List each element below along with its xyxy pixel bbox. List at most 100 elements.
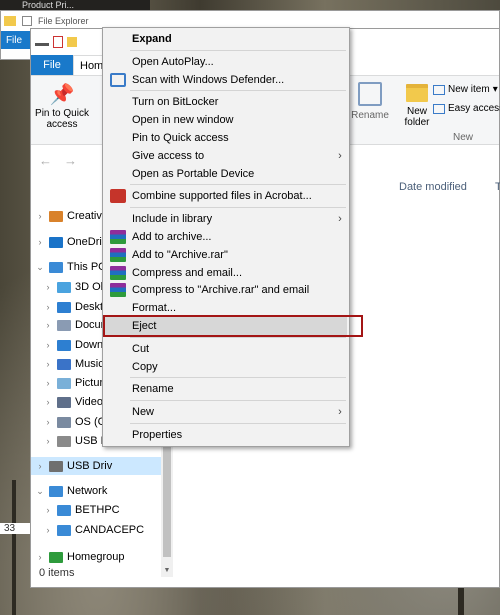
chevron-right-icon: › [338, 149, 342, 162]
menu-item-label: Turn on BitLocker [132, 96, 219, 109]
chevron-icon[interactable]: › [43, 302, 53, 312]
menu-item-label: Cut [132, 342, 150, 355]
menu-item-new[interactable]: New › [105, 403, 347, 421]
blank-icon [110, 342, 126, 356]
sidebar-item[interactable]: › USB Driv [31, 457, 173, 475]
properties-icon[interactable] [53, 36, 63, 48]
menu-item-expand[interactable]: Expand [105, 30, 347, 48]
tree-trunk [12, 480, 16, 615]
forward-arrow-icon[interactable]: → [64, 153, 77, 168]
context-menu: Expand Open AutoPlay... Scan with Windows … [102, 27, 350, 447]
column-date-modified[interactable]: Date modified [399, 181, 467, 193]
status-item-count: 0 items [39, 567, 75, 579]
easy-access-button[interactable]: Easy access ▾ [433, 103, 500, 114]
menu-separator [130, 49, 346, 51]
menu-item-turn-on-bitlocker[interactable]: Turn on BitLocker [105, 93, 347, 111]
blank-icon [110, 212, 126, 226]
chevron-icon[interactable]: › [35, 237, 45, 247]
taskbar-button[interactable]: Product Pri... [0, 0, 150, 10]
back-file-tab[interactable]: File [1, 35, 27, 46]
menu-item-cut[interactable]: Cut [105, 340, 347, 358]
menu-item-compress-and-email[interactable]: Compress and email... [105, 264, 347, 282]
eject-highlight-box [103, 315, 363, 337]
blank-icon [110, 113, 126, 127]
menu-item-open-autoplay[interactable]: Open AutoPlay... [105, 53, 347, 71]
rename-icon [358, 82, 382, 106]
downloads-icon [57, 339, 71, 351]
menu-item-combine-supported-files-in-acrobat[interactable]: Combine supported files in Acrobat... [105, 187, 347, 205]
menu-item-rename[interactable]: Rename [105, 380, 347, 398]
drive-icon [35, 38, 49, 46]
menu-item-add-to-archive[interactable]: Add to archive... [105, 228, 347, 246]
menu-item-label: Give access to [132, 149, 205, 162]
menu-item-label: Combine supported files in Acrobat... [132, 190, 312, 203]
menu-item-label: Rename [132, 383, 174, 396]
chevron-right-icon: › [338, 213, 342, 226]
chevron-icon[interactable]: › [43, 320, 53, 330]
chevron-icon[interactable]: ⌄ [35, 486, 45, 497]
sidebar-item[interactable]: › CANDACEPC [31, 521, 173, 539]
chevron-icon[interactable]: › [43, 340, 53, 350]
folder-icon [406, 84, 428, 102]
new-folder-icon[interactable] [67, 37, 77, 47]
menu-item-add-to-archive-rar[interactable]: Add to "Archive.rar" [105, 246, 347, 264]
column-type[interactable]: T [495, 181, 500, 193]
new-folder-label: New folder [404, 106, 430, 128]
menu-item-label: Pin to Quick access [132, 132, 229, 144]
menu-item-give-access-to[interactable]: Give access to › [105, 147, 347, 165]
pin-icon: 📌 [49, 84, 75, 106]
taskbar-title: Product Pri... [22, 0, 75, 10]
onedrive-icon [49, 236, 63, 248]
shield-icon [110, 72, 126, 87]
os-drive-icon [57, 416, 71, 428]
menu-item-copy[interactable]: Copy [105, 358, 347, 376]
chevron-icon[interactable]: › [43, 505, 53, 515]
scroll-down-icon[interactable]: ▼ [161, 565, 173, 577]
menu-item-label: Open in new window [132, 114, 234, 127]
chevron-icon[interactable]: › [43, 397, 53, 407]
chevron-icon[interactable]: › [43, 417, 53, 427]
blank-icon [110, 149, 126, 163]
pin-to-quick-access-button[interactable]: 📌 Pin to Quick access [33, 82, 91, 130]
new-group-label: New [453, 132, 474, 143]
new-folder-button[interactable]: New folder [397, 84, 437, 128]
menu-item-open-in-new-window[interactable]: Open in new window [105, 111, 347, 129]
menu-item-properties[interactable]: Properties [105, 426, 347, 444]
chevron-icon[interactable]: › [35, 552, 45, 562]
chevron-icon[interactable]: › [43, 282, 53, 292]
tab-file[interactable]: File [31, 55, 73, 75]
chevron-icon[interactable]: › [35, 461, 45, 471]
menu-item-scan-with-windows-defender[interactable]: Scan with Windows Defender... [105, 71, 347, 89]
desktop-icon [57, 301, 71, 313]
new-item-label: New item [448, 84, 490, 95]
back-arrow-icon[interactable]: ← [39, 153, 52, 168]
menu-item-compress-to-archive-rar-and-email[interactable]: Compress to "Archive.rar" and email [105, 281, 347, 299]
sidebar-item-label: This PC [67, 261, 107, 273]
computer-icon [57, 524, 71, 536]
chevron-icon[interactable]: › [43, 436, 53, 446]
sidebar-item[interactable]: ⌄ Network [31, 482, 173, 500]
menu-item-pin-to-quick-access[interactable]: Pin to Quick access [105, 129, 347, 147]
sidebar-item[interactable]: › Homegroup [31, 548, 173, 566]
chevron-icon[interactable]: › [43, 525, 53, 535]
menu-item-include-in-library[interactable]: Include in library › [105, 210, 347, 228]
menu-item-label: Format... [132, 302, 177, 315]
chevron-icon[interactable]: › [35, 211, 45, 221]
sidebar-item[interactable]: › BETHPC [31, 501, 173, 519]
blank-icon [110, 32, 126, 46]
chevron-icon[interactable]: › [43, 359, 53, 369]
chevron-icon[interactable]: ⌄ [35, 262, 45, 273]
scrollbar-thumb[interactable] [163, 437, 171, 557]
3d-objects-icon [57, 281, 71, 293]
homegroup-icon [49, 551, 63, 563]
menu-item-label: Expand [132, 33, 172, 45]
blank-icon [110, 301, 126, 315]
new-item-button[interactable]: New item ▾ [433, 84, 498, 95]
chevron-icon[interactable]: › [43, 378, 53, 388]
pc-icon [49, 261, 63, 273]
creative-cloud-icon [49, 210, 63, 222]
folder-icon [4, 16, 16, 26]
menu-item-label: Add to "Archive.rar" [132, 248, 228, 261]
menu-item-open-as-portable-device[interactable]: Open as Portable Device [105, 165, 347, 183]
rename-button[interactable]: Rename [349, 82, 391, 121]
